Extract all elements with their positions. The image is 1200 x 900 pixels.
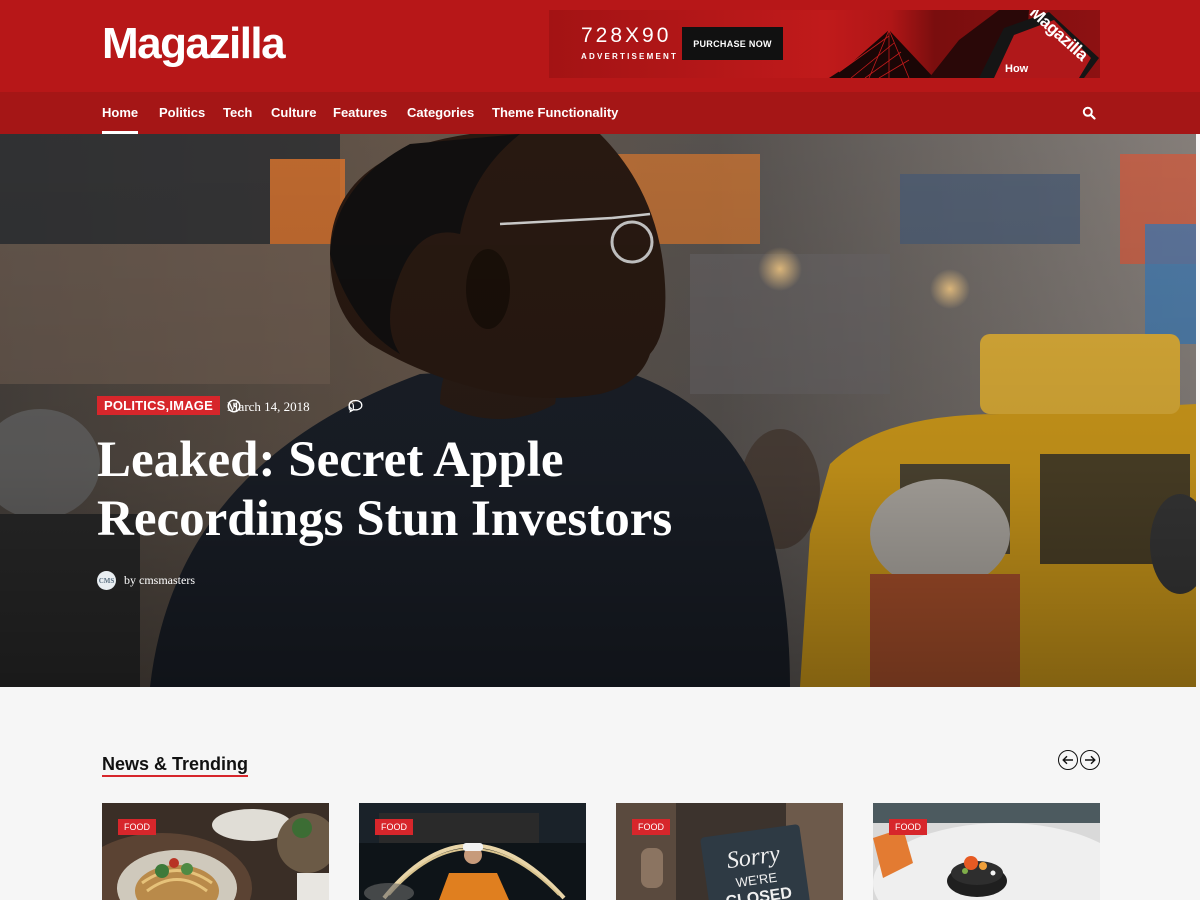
search-icon[interactable] — [1082, 106, 1096, 120]
author-avatar: CMS — [97, 571, 116, 590]
hero-comments[interactable]: 0 — [348, 399, 363, 414]
hero-category-badge[interactable]: POLITICS,IMAGE — [97, 396, 220, 415]
clock-icon — [227, 399, 241, 413]
ad-size-label: 728X90 — [581, 24, 672, 47]
site-header: Magazilla 728X90 ADVERTISEMENT PURCHASE … — [0, 0, 1200, 92]
hero-author[interactable]: CMS by cmsmasters — [97, 571, 195, 590]
card-tag[interactable]: FOOD — [889, 819, 927, 835]
card-image — [359, 803, 586, 900]
header-advertisement[interactable]: 728X90 ADVERTISEMENT PURCHASE NOW How Ma… — [549, 10, 1100, 78]
ad-label: ADVERTISEMENT — [581, 52, 679, 61]
card-tag[interactable]: FOOD — [118, 819, 156, 835]
comment-icon — [348, 399, 363, 413]
card-image: Sorry WE'RE CLOSED — [616, 803, 843, 900]
nav-theme-functionality[interactable]: Theme Functionality — [492, 105, 618, 121]
carousel-controls — [1058, 750, 1100, 770]
hero-date: March 14, 2018 — [227, 399, 310, 414]
section-title-news-trending: News & Trending — [102, 753, 249, 777]
news-card[interactable]: FOOD — [873, 803, 1100, 900]
site-logo[interactable]: Magazilla — [102, 16, 286, 72]
hero-title[interactable]: Leaked: Secret Apple Recordings Stun Inv… — [97, 431, 737, 549]
nav-culture[interactable]: Culture — [271, 105, 317, 121]
nav-categories[interactable]: Categories — [407, 105, 474, 121]
hero-featured-post[interactable]: POLITICS,IMAGE March 14, 2018 0 Leaked: … — [0, 134, 1196, 687]
card-image — [873, 803, 1100, 900]
nav-home[interactable]: Home — [102, 105, 139, 134]
main-nav: Home Politics Tech Culture Features Cate… — [0, 92, 1200, 134]
svg-text:How: How — [1005, 63, 1029, 75]
card-tag[interactable]: FOOD — [632, 819, 670, 835]
news-card[interactable]: FOOD — [359, 803, 586, 900]
news-card[interactable]: Sorry WE'RE CLOSED FOOD — [616, 803, 843, 900]
card-tag[interactable]: FOOD — [375, 819, 413, 835]
news-card[interactable]: FOOD — [102, 803, 329, 900]
purchase-now-button[interactable]: PURCHASE NOW — [682, 27, 783, 60]
arrow-right-icon[interactable] — [1080, 750, 1100, 770]
author-name: by cmsmasters — [124, 573, 195, 587]
card-image — [102, 803, 329, 900]
nav-politics[interactable]: Politics — [159, 105, 205, 121]
arrow-left-icon[interactable] — [1058, 750, 1078, 770]
nav-tech[interactable]: Tech — [223, 105, 252, 121]
nav-features[interactable]: Features — [333, 105, 387, 121]
